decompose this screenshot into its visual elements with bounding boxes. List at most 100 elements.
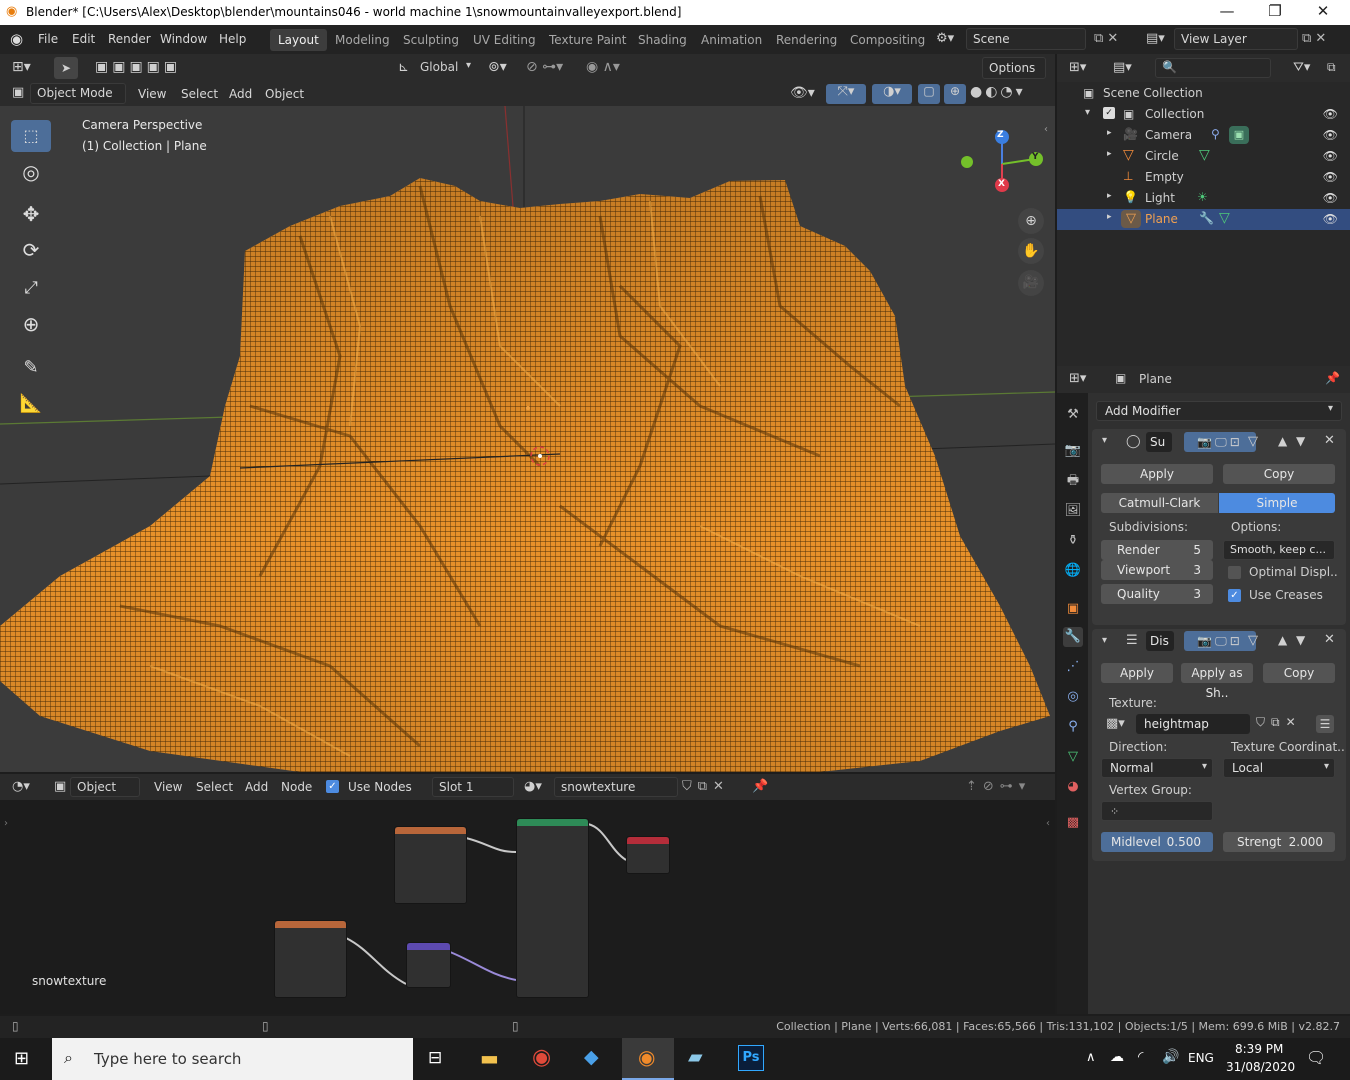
expand-arrow-icon[interactable]: ▾ <box>1085 107 1090 118</box>
photoshop-icon[interactable]: Ps <box>738 1045 764 1071</box>
shading-mode-icons[interactable]: ●◐◔▾ <box>970 84 1026 100</box>
task-view-icon[interactable]: ⊟ <box>428 1048 442 1068</box>
image-texture-node[interactable] <box>394 826 467 904</box>
overlay-toggle-icon[interactable]: ◑▾ <box>872 84 912 104</box>
visibility-icon[interactable]: 👁▾ <box>790 85 815 101</box>
display-mode-icon[interactable]: ▤▾ <box>1113 60 1132 75</box>
viewport-menu-object[interactable]: Object <box>265 87 304 101</box>
data-tab-icon[interactable]: ▽ <box>1063 747 1083 767</box>
vertex-group-field[interactable]: ⁘ <box>1101 801 1213 821</box>
expand-arrow-icon[interactable]: ▸ <box>1107 191 1112 201</box>
language-indicator[interactable]: ENG <box>1188 1051 1214 1065</box>
zoom-icon[interactable]: ⊕ <box>1018 208 1044 234</box>
snap-icon[interactable]: ⊘ ⊶▾ <box>526 59 563 75</box>
eye-icon[interactable]: 👁 <box>1323 170 1338 184</box>
outliner-type-icon[interactable]: ⊞▾ <box>1069 60 1086 75</box>
wireframe-shading-icon[interactable]: ⊕ <box>944 84 966 104</box>
notifications-icon[interactable]: 🗨 <box>1306 1048 1326 1067</box>
subsurf-visibility-icons[interactable]: 📷🖵⊡ <box>1184 432 1256 452</box>
move-down-icon[interactable]: ▼ <box>1296 633 1305 647</box>
tab-texture-paint[interactable]: Texture Paint <box>541 29 634 51</box>
outliner-item-plane[interactable]: ▸ ▽ Plane 🔧 ▽ 👁 <box>1057 209 1350 230</box>
world-tab-icon[interactable]: 🌐 <box>1063 561 1083 581</box>
clock-time[interactable]: 8:39 PM <box>1235 1042 1283 1056</box>
close-icon[interactable]: ✕ <box>1324 433 1335 448</box>
app-icon[interactable]: ◆ <box>584 1046 599 1068</box>
pin-icon[interactable]: 📌 <box>752 779 768 794</box>
select-box-tool[interactable]: ⬚ <box>11 120 51 152</box>
shader-node-editor[interactable]: snowtexture › ‹ <box>0 800 1055 1014</box>
pin-icon[interactable]: 📌 <box>1325 371 1340 385</box>
sidebar-toggle-icon[interactable]: ‹ <box>1044 124 1048 135</box>
tab-layout[interactable]: Layout <box>270 29 327 51</box>
eye-icon[interactable]: 👁 <box>1323 107 1338 121</box>
collapse-arrow-icon[interactable]: ▾ <box>1102 435 1107 446</box>
editor-type-icon[interactable]: ⊞▾ <box>12 59 31 75</box>
menu-edit[interactable]: Edit <box>72 32 95 46</box>
pan-hand-icon[interactable]: ✋ <box>1018 238 1044 264</box>
toolbar-toggle-icon[interactable]: › <box>4 818 8 829</box>
outliner-item-circle[interactable]: ▸ ▽ Circle ▽ 👁 <box>1057 146 1350 167</box>
material-browse-icon[interactable]: ◕▾ <box>524 779 542 794</box>
cage-icon[interactable]: ▽ <box>1248 633 1258 648</box>
node-snap-icons[interactable]: ⇡⊘⊶▾ <box>966 779 1031 794</box>
transform-tool[interactable]: ⊕ <box>11 308 51 340</box>
view-layer-icon[interactable]: ▤▾ <box>1146 31 1165 46</box>
tray-expand-icon[interactable]: ∧ <box>1086 1050 1096 1065</box>
scene-tab-icon[interactable]: ⚱ <box>1063 531 1083 551</box>
viewport-menu-view[interactable]: View <box>138 87 166 101</box>
tab-sculpting[interactable]: Sculpting <box>395 29 467 51</box>
modifier-tab-icon[interactable]: 🔧 <box>1063 627 1083 647</box>
node-menu-node[interactable]: Node <box>281 780 312 794</box>
normal-map-node[interactable] <box>406 942 451 988</box>
eye-icon[interactable]: 👁 <box>1323 191 1338 205</box>
scene-icon[interactable]: ⚙▾ <box>936 31 954 46</box>
collection-checkbox[interactable]: ✓ <box>1103 107 1115 119</box>
maximize-icon[interactable]: ❐ <box>1252 2 1298 20</box>
view-layer-tab-icon[interactable]: 🖼 <box>1063 501 1083 521</box>
outliner-item-light[interactable]: ▸ 💡 Light ☀ 👁 <box>1057 188 1350 209</box>
outliner-item-camera[interactable]: ▸ 🎥 Camera ⚲ ▣ 👁 <box>1057 125 1350 146</box>
new-collection-icon[interactable]: ⧉ <box>1327 60 1336 75</box>
principled-bsdf-node[interactable] <box>516 818 589 998</box>
subsurf-apply-button[interactable]: Apply <box>1101 464 1213 484</box>
material-slot-dropdown[interactable]: Slot 1 <box>432 777 514 797</box>
displace-visibility-icons[interactable]: 📷🖵⊡ <box>1184 631 1256 651</box>
object-mode-dropdown[interactable]: Object Mode <box>30 83 126 104</box>
menu-help[interactable]: Help <box>219 32 246 46</box>
collapse-arrow-icon[interactable]: ▾ <box>1102 635 1107 646</box>
xray-toggle-icon[interactable]: ▢ <box>918 84 940 104</box>
clock-date[interactable]: 31/08/2020 <box>1226 1060 1295 1074</box>
tab-compositing[interactable]: Compositing <box>842 29 933 51</box>
image-texture-node-2[interactable] <box>274 920 347 998</box>
viewport-levels-field[interactable]: Viewport 3 <box>1101 560 1213 580</box>
3d-viewport[interactable]: Camera Perspective (1) Collection | Plan… <box>0 106 1055 772</box>
direction-dropdown[interactable]: Normal <box>1101 758 1213 778</box>
scene-field[interactable]: Scene <box>966 28 1086 50</box>
select-tool-icon[interactable]: ➤ <box>54 57 78 79</box>
tab-modeling[interactable]: Modeling <box>327 29 398 51</box>
viewport-menu-select[interactable]: Select <box>181 87 218 101</box>
quality-field[interactable]: Quality 3 <box>1101 584 1213 604</box>
strength-field[interactable]: Strengt 2.000 <box>1223 832 1335 852</box>
options-dropdown[interactable]: Options <box>982 57 1046 79</box>
close-window-icon[interactable]: ✕ <box>1300 2 1346 20</box>
material-tab-icon[interactable]: ◕ <box>1063 777 1083 797</box>
output-tab-icon[interactable]: 🖶 <box>1063 471 1083 491</box>
taskbar-search-box[interactable]: ⌕ Type here to search <box>52 1038 413 1080</box>
volume-icon[interactable]: 🔊 <box>1162 1049 1179 1065</box>
constraints-tab-icon[interactable]: ⚲ <box>1063 717 1083 737</box>
blender-menu-icon[interactable]: ◉ <box>10 30 23 48</box>
tab-animation[interactable]: Animation <box>693 29 770 51</box>
properties-type-icon[interactable]: ⊞▾ <box>1069 371 1086 386</box>
node-menu-add[interactable]: Add <box>245 780 268 794</box>
catmull-clark-button[interactable]: Catmull-Clark <box>1101 493 1218 513</box>
render-tab-icon[interactable]: 📷 <box>1063 441 1083 461</box>
notes-app-icon[interactable]: ▰ <box>688 1046 703 1068</box>
gizmo-toggle-icon[interactable]: ⤧▾ <box>826 84 866 104</box>
texture-properties-icon[interactable]: ☰ <box>1316 715 1334 733</box>
move-up-icon[interactable]: ▲ <box>1278 633 1287 647</box>
outliner-collection[interactable]: ▾ ✓ ▣ Collection 👁 <box>1057 104 1350 125</box>
use-nodes-checkbox[interactable]: ✓ <box>326 780 339 793</box>
expand-arrow-icon[interactable]: ▸ <box>1107 149 1112 159</box>
